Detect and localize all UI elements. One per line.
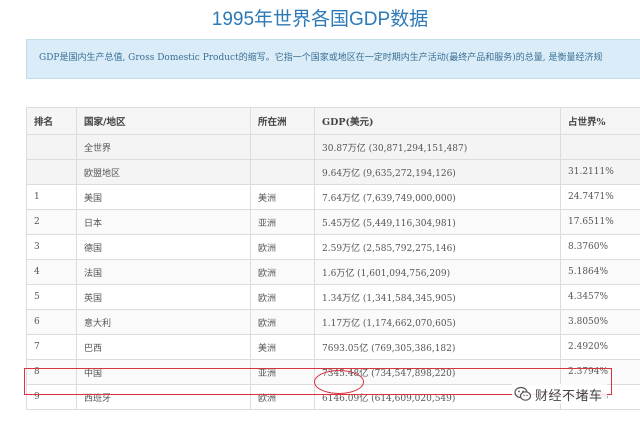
cell-gdp: 1.34万亿 (1,341,584,345,905) [314,284,561,310]
cell-share: 24.7471% [560,184,640,210]
header-gdp[interactable]: GDP(美元) [314,107,561,135]
cell-country[interactable]: 巴西 [76,334,251,360]
cell-rank [26,134,77,160]
cell-share: 2.4920% [560,334,640,360]
info-box: GDP是国内生产总值, Gross Domestic Product的缩写。它指… [26,39,640,79]
cell-gdp: 7345.48亿 (734,547,898,220) [314,359,561,385]
cell-country[interactable]: 德国 [76,234,251,260]
header-country[interactable]: 国家/地区 [76,107,251,135]
cell-continent: 亚洲 [250,209,315,235]
table-row: 6 意大利 欧洲 1.17万亿 (1,174,662,070,605) 3.80… [26,309,640,335]
cell-share: 5.1864% [560,259,640,285]
table-row-china: 8 中国 亚洲 7345.48亿 (734,547,898,220) 2.379… [26,359,640,385]
cell-continent: 欧洲 [250,284,315,310]
cell-continent: 欧洲 [250,234,315,260]
header-rank[interactable]: 排名 [26,107,77,135]
cell-rank: 1 [26,184,77,210]
cell-continent: 欧洲 [250,309,315,335]
cell-share: 17.6511% [560,209,640,235]
cell-gdp: 30.87万亿 (30,871,294,151,487) [314,134,561,160]
table-row: 1 美国 美洲 7.64万亿 (7,639,749,000,000) 24.74… [26,184,640,210]
cell-country[interactable]: 日本 [76,209,251,235]
watermark-text: 财经不堵车 [535,387,603,403]
cell-share: 8.3760% [560,234,640,260]
cell-gdp: 1.17万亿 (1,174,662,070,605) [314,309,561,335]
cell-rank: 3 [26,234,77,260]
cell-rank [26,159,77,185]
table-row: 2 日本 亚洲 5.45万亿 (5,449,116,304,981) 17.65… [26,209,640,235]
cell-continent [250,134,315,160]
cell-continent: 欧洲 [250,259,315,285]
table-row: 3 德国 欧洲 2.59万亿 (2,585,792,275,146) 8.376… [26,234,640,260]
cell-country[interactable]: 法国 [76,259,251,285]
table-header-row: 排名 国家/地区 所在洲 GDP(美元) 占世界% [26,107,640,135]
cell-share: 4.3457% [560,284,640,310]
cell-rank: 6 [26,309,77,335]
cell-share: 31.2111% [560,159,640,185]
cell-country[interactable]: 美国 [76,184,251,210]
watermark: 财经不堵车 [512,384,607,404]
cell-rank: 8 [26,359,77,385]
cell-country[interactable]: 意大利 [76,309,251,335]
cell-gdp: 7.64万亿 (7,639,749,000,000) [314,184,561,210]
table-row-world: 全世界 30.87万亿 (30,871,294,151,487) [26,134,640,160]
cell-continent: 亚洲 [250,359,315,385]
table-row: 4 法国 欧洲 1.6万亿 (1,601,094,756,209) 5.1864… [26,259,640,285]
cell-rank: 7 [26,334,77,360]
cell-continent: 美洲 [250,184,315,210]
cell-gdp: 1.6万亿 (1,601,094,756,209) [314,259,561,285]
page-title: 1995年世界各国GDP数据 [211,9,429,30]
cell-share: 2.3794% [560,359,640,385]
header-continent[interactable]: 所在洲 [250,107,315,135]
gdp-table: 排名 国家/地区 所在洲 GDP(美元) 占世界% 全世界 30.87万亿 (3… [26,107,640,410]
wechat-icon [514,385,532,403]
cell-rank: 5 [26,284,77,310]
cell-continent [250,159,315,185]
cell-rank: 2 [26,209,77,235]
cell-continent: 欧洲 [250,384,315,410]
cell-country: 欧盟地区 [76,159,251,185]
table-row: 7 巴西 美洲 7693.05亿 (769,305,386,182) 2.492… [26,334,640,360]
cell-gdp: 9.64万亿 (9,635,272,194,126) [314,159,561,185]
cell-country[interactable]: 中国 [76,359,251,385]
info-text: GDP是国内生产总值, Gross Domestic Product的缩写。它指… [39,53,603,63]
cell-continent: 美洲 [250,334,315,360]
table-row-eu: 欧盟地区 9.64万亿 (9,635,272,194,126) 31.2111% [26,159,640,185]
cell-gdp: 5.45万亿 (5,449,116,304,981) [314,209,561,235]
cell-gdp: 7693.05亿 (769,305,386,182) [314,334,561,360]
cell-rank: 9 [26,384,77,410]
cell-share [560,134,640,160]
cell-country[interactable]: 西班牙 [76,384,251,410]
cell-country[interactable]: 英国 [76,284,251,310]
header-share[interactable]: 占世界% [560,107,640,135]
cell-gdp: 2.59万亿 (2,585,792,275,146) [314,234,561,260]
cell-share: 3.8050% [560,309,640,335]
cell-country: 全世界 [76,134,251,160]
cell-rank: 4 [26,259,77,285]
table-row: 5 英国 欧洲 1.34万亿 (1,341,584,345,905) 4.345… [26,284,640,310]
